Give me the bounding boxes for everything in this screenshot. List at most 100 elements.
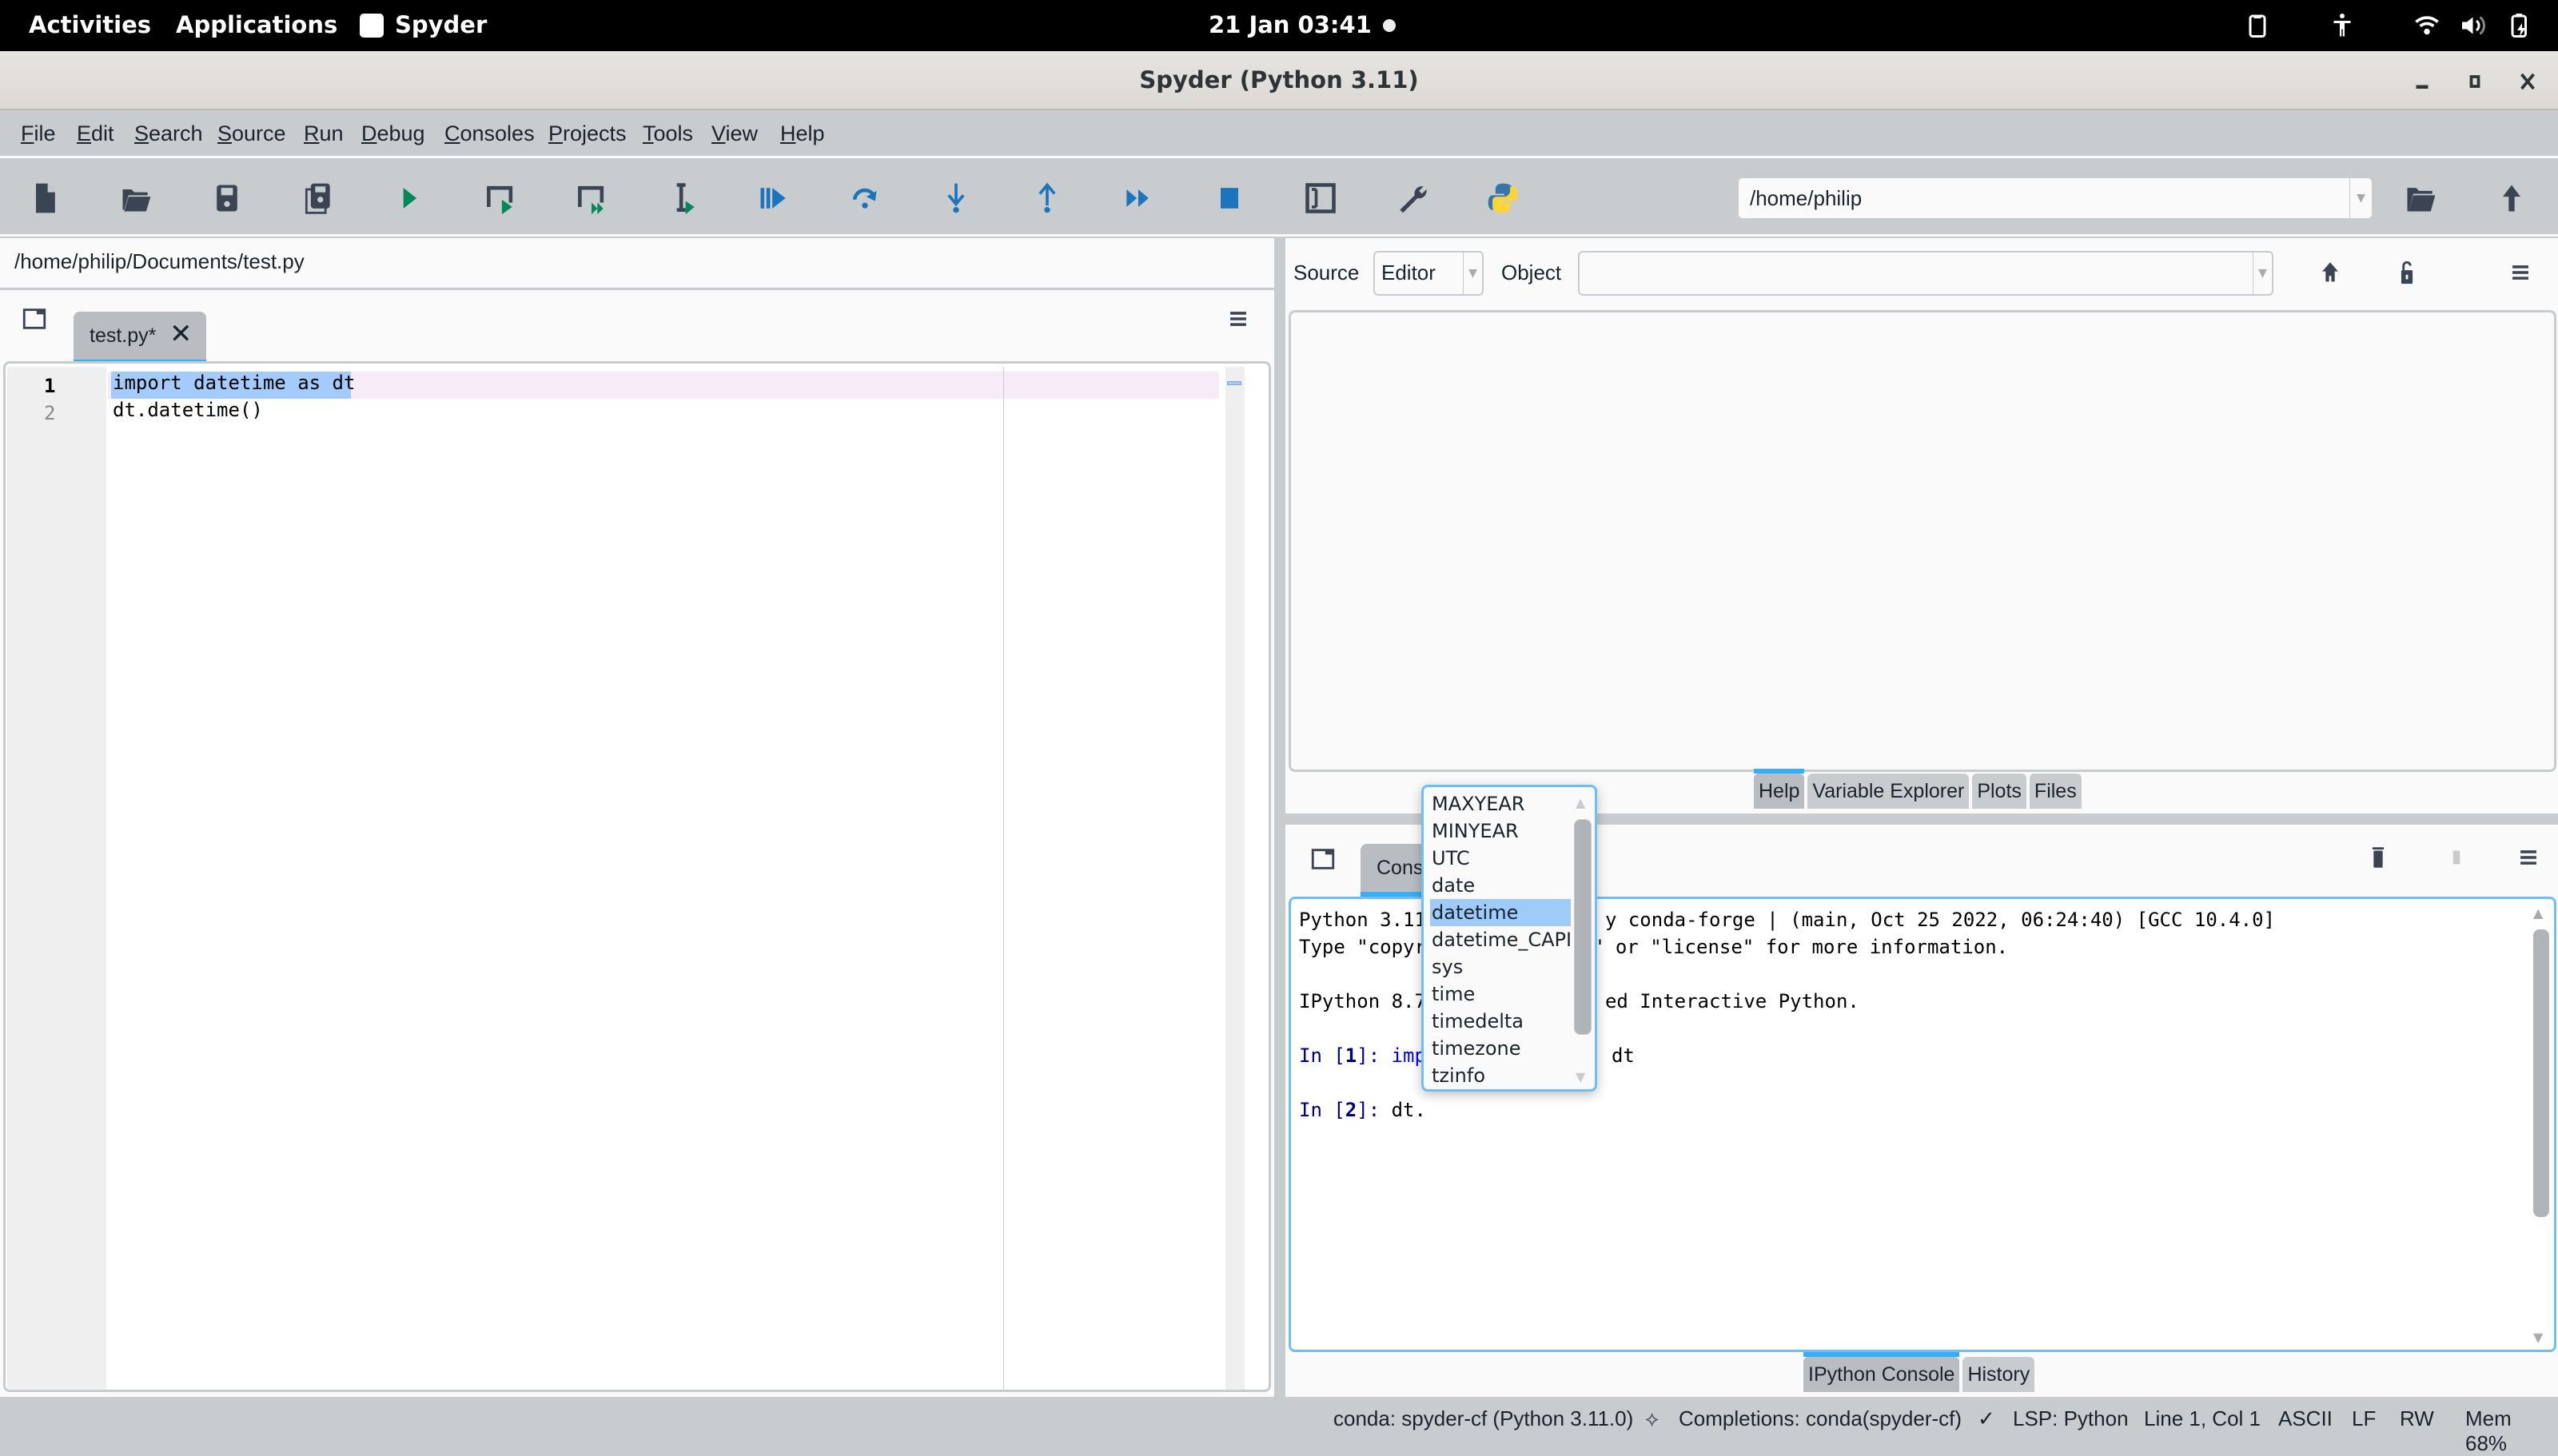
source-combo[interactable]: Editor ▼ — [1373, 251, 1484, 296]
working-directory-combo[interactable]: /home/philip ▼ — [1738, 177, 2373, 219]
preferences-button[interactable] — [1389, 176, 1434, 221]
stop-debug-button[interactable] — [1207, 176, 1252, 221]
save-file-button[interactable] — [205, 176, 249, 221]
close-icon — [2520, 73, 2535, 90]
status-completions[interactable]: Completions: conda(spyder-cf) — [1679, 1406, 1962, 1431]
browse-tabs-icon[interactable] — [1309, 845, 1337, 873]
close-tab-icon[interactable]: ✕ — [169, 318, 193, 350]
scroll-up-icon[interactable]: ▲ — [1576, 795, 1585, 810]
folder-open-icon — [122, 189, 151, 212]
check-icon: ✓ — [1978, 1406, 1995, 1430]
battery-charging-icon[interactable] — [2505, 11, 2534, 40]
minimize-button[interactable] — [2408, 67, 2436, 96]
chevron-down-icon[interactable]: ▼ — [2349, 178, 2372, 218]
completion-item[interactable]: MAXYEAR — [1430, 790, 1571, 818]
debug-button[interactable] — [751, 176, 796, 221]
run-cell-button[interactable] — [478, 176, 523, 221]
tab-plots[interactable]: Plots — [1972, 774, 2026, 809]
text: dt — [1611, 1044, 1635, 1067]
wifi-icon[interactable] — [2413, 11, 2441, 40]
menu-source[interactable]: Source — [217, 121, 286, 146]
step-into-button[interactable] — [934, 176, 978, 221]
menu-debug[interactable]: Debug — [361, 121, 425, 146]
tab-ipython-console[interactable]: IPython Console — [1803, 1352, 1960, 1392]
parent-directory-button[interactable] — [2489, 176, 2534, 221]
menu-help[interactable]: Help — [780, 121, 825, 146]
code-line[interactable]: dt.datetime() — [113, 399, 263, 421]
completion-item[interactable]: UTC — [1430, 845, 1571, 872]
menu-view[interactable]: View — [711, 121, 758, 146]
chevron-down-icon[interactable]: ▼ — [1463, 253, 1482, 294]
menu-consoles[interactable]: Consoles — [444, 121, 535, 146]
editor-tab-test-py[interactable]: test.py* ✕ — [74, 312, 206, 364]
browse-tabs-icon[interactable] — [21, 305, 48, 332]
browse-directory-button[interactable] — [2398, 176, 2443, 221]
scroll-thumb[interactable] — [1574, 819, 1592, 1035]
stop-kernel-icon[interactable] — [2443, 844, 2470, 871]
options-menu-icon[interactable] — [2515, 844, 2542, 871]
app-menu[interactable]: Spyder — [395, 11, 487, 38]
open-file-button[interactable] — [114, 176, 158, 221]
trash-icon[interactable] — [2365, 844, 2392, 871]
code-editor[interactable]: 1 2 import datetime as dt dt.datetime() — [3, 361, 1271, 1392]
scroll-down-icon[interactable]: ▼ — [1576, 1069, 1585, 1084]
accessibility-icon[interactable] — [2328, 11, 2357, 40]
completion-item[interactable]: tzinfo — [1430, 1062, 1571, 1089]
python-path-manager-button[interactable] — [1480, 176, 1525, 221]
tab-variable-explorer[interactable]: Variable Explorer — [1807, 774, 1970, 809]
file-path-label: /home/philip/Documents/test.py — [14, 249, 305, 273]
options-menu-icon[interactable] — [1225, 305, 1252, 332]
options-menu-icon[interactable] — [2507, 259, 2534, 286]
menu-tools[interactable]: Tools — [643, 121, 693, 146]
completion-item[interactable]: datetime_CAPI — [1430, 926, 1572, 953]
editor-scrollbar[interactable] — [1225, 367, 1245, 1390]
scroll-thumb[interactable] — [2533, 929, 2549, 1217]
clock[interactable]: 21 Jan 03:41 — [1209, 11, 1372, 38]
activities-button[interactable]: Activities — [29, 11, 151, 38]
close-window-button[interactable] — [2513, 67, 2542, 96]
scroll-down-icon[interactable]: ▼ — [2533, 1330, 2543, 1345]
applications-menu[interactable]: Applications — [176, 11, 337, 38]
run-cell-advance-button[interactable] — [569, 176, 614, 221]
save-all-button[interactable] — [296, 176, 341, 221]
tab-help[interactable]: Help — [1754, 769, 1805, 809]
system-top-bar: Activities Applications Spyder 21 Jan 03… — [0, 0, 2558, 51]
status-environment[interactable]: conda: spyder-cf (Python 3.11.0) — [1333, 1406, 1633, 1431]
code-line[interactable]: import datetime as dt — [113, 372, 355, 394]
status-lsp[interactable]: LSP: Python — [2013, 1406, 2129, 1431]
run-button[interactable] — [387, 176, 432, 221]
console-scrollbar[interactable]: ▲ ▼ — [2532, 905, 2551, 1345]
completion-item[interactable]: timedelta — [1430, 1008, 1571, 1035]
completion-item-selected[interactable]: datetime — [1430, 899, 1571, 926]
step-return-button[interactable] — [1025, 176, 1070, 221]
new-file-button[interactable] — [22, 176, 67, 221]
input-text[interactable]: dt. — [1392, 1099, 1426, 1121]
menu-search[interactable]: Search — [134, 121, 203, 146]
step-over-button[interactable] — [843, 176, 887, 221]
continue-button[interactable] — [1116, 176, 1161, 221]
lock-icon[interactable] — [2393, 259, 2421, 286]
completion-item[interactable]: MINYEAR — [1430, 818, 1571, 845]
maximize-pane-button[interactable] — [1298, 176, 1343, 221]
menu-file[interactable]: File — [21, 121, 56, 146]
completion-scrollbar[interactable]: ▲ ▼ — [1572, 795, 1593, 1084]
tab-history[interactable]: History — [1962, 1357, 2035, 1392]
completion-item[interactable]: sys — [1430, 953, 1571, 981]
completion-popup: MAXYEAR MINYEAR UTC date datetime dateti… — [1421, 785, 1597, 1092]
menu-edit[interactable]: Edit — [77, 121, 114, 146]
completion-item[interactable]: time — [1430, 981, 1571, 1008]
home-icon[interactable] — [2317, 259, 2344, 286]
completion-item[interactable]: timezone — [1430, 1035, 1571, 1062]
clipboard-icon[interactable] — [2243, 11, 2272, 40]
chevron-down-icon[interactable]: ▼ — [2253, 253, 2272, 294]
volume-icon[interactable] — [2457, 11, 2486, 40]
object-combo[interactable]: ▼ — [1578, 251, 2273, 296]
vertical-splitter[interactable] — [1274, 238, 1285, 1397]
scroll-up-icon[interactable]: ▲ — [2533, 905, 2543, 921]
completion-item[interactable]: date — [1430, 872, 1571, 899]
run-selection-button[interactable] — [660, 176, 705, 221]
menu-run[interactable]: Run — [304, 121, 344, 146]
maximize-button[interactable] — [2460, 67, 2489, 96]
menu-projects[interactable]: Projects — [548, 121, 627, 146]
tab-files[interactable]: Files — [2029, 774, 2082, 809]
